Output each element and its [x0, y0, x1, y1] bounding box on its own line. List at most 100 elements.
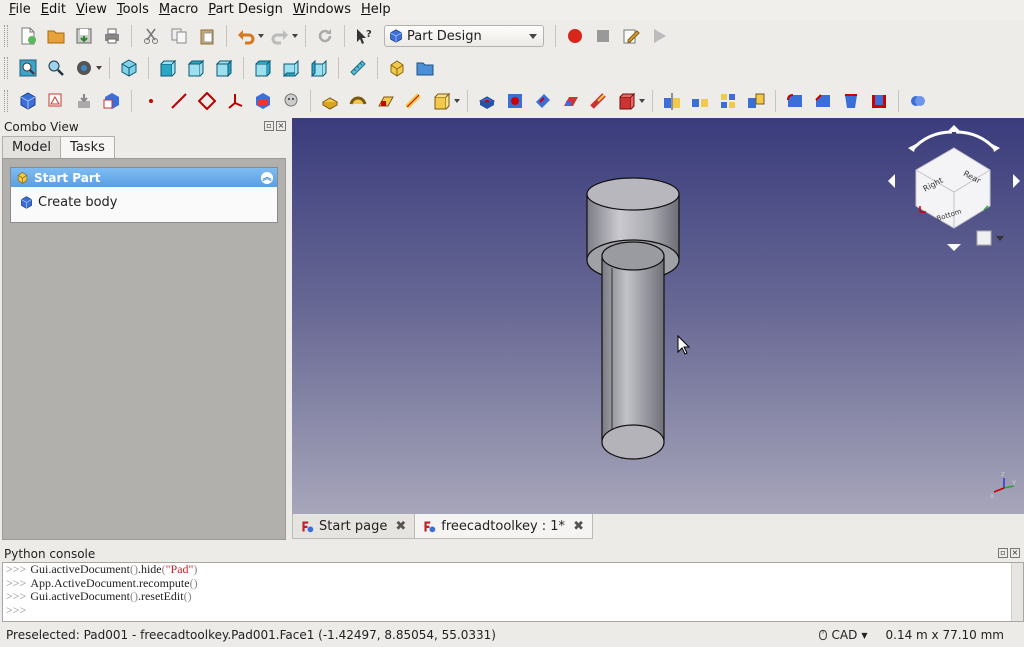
chevron-down-icon[interactable]	[292, 34, 298, 38]
fillet-button[interactable]	[783, 89, 807, 113]
menu-edit[interactable]: Edit	[36, 0, 71, 20]
view-top-button[interactable]	[184, 56, 208, 80]
view-bottom-button[interactable]	[279, 56, 303, 80]
polar-pattern-button[interactable]	[716, 89, 740, 113]
new-document-button[interactable]	[16, 24, 40, 48]
menu-windows[interactable]: Windows	[288, 0, 356, 20]
clone-button[interactable]	[279, 89, 303, 113]
float-icon[interactable]: ▫	[998, 548, 1008, 558]
open-button[interactable]	[44, 24, 68, 48]
create-part-button[interactable]	[385, 56, 409, 80]
refresh-button[interactable]	[313, 24, 337, 48]
navigation-cube[interactable]: Right Rear Bottom	[888, 125, 1020, 251]
create-body-task[interactable]: Create body	[11, 187, 277, 210]
menu-tools[interactable]: Tools	[112, 0, 154, 20]
3d-viewport[interactable]: Right Rear Bottom y x z	[292, 118, 1024, 514]
validate-sketch-button[interactable]	[72, 89, 96, 113]
subtractive-loft-button[interactable]	[559, 89, 583, 113]
arrow-left-icon[interactable]	[888, 174, 895, 188]
menu-help[interactable]: Help	[356, 0, 396, 20]
print-button[interactable]	[100, 24, 124, 48]
undo-button[interactable]	[234, 24, 258, 48]
view-rear-button[interactable]	[251, 56, 275, 80]
create-body-button[interactable]	[16, 89, 40, 113]
rotate-left-icon[interactable]	[910, 130, 953, 152]
menu-macro[interactable]: Macro	[154, 0, 203, 20]
macro-edit-button[interactable]	[619, 24, 643, 48]
additive-loft-button[interactable]	[374, 89, 398, 113]
view-left-button[interactable]	[307, 56, 331, 80]
thickness-button[interactable]	[867, 89, 891, 113]
3d-scene[interactable]: Right Rear Bottom y x z	[292, 118, 1024, 514]
redo-button[interactable]	[268, 24, 292, 48]
cut-button[interactable]	[139, 24, 163, 48]
multi-transform-button[interactable]	[744, 89, 768, 113]
pad-button[interactable]	[318, 89, 342, 113]
macro-stop-button[interactable]	[591, 24, 615, 48]
navcube-menu-icon[interactable]	[976, 230, 992, 246]
create-sketch-button[interactable]	[44, 89, 68, 113]
toolbar-grip[interactable]	[4, 57, 8, 79]
boolean-button[interactable]	[906, 89, 930, 113]
tab-model[interactable]: Model	[2, 136, 62, 158]
menu-view[interactable]: View	[71, 0, 112, 20]
create-group-button[interactable]	[413, 56, 437, 80]
close-icon[interactable]: ✖	[395, 519, 406, 534]
revolution-button[interactable]	[346, 89, 370, 113]
fit-selection-button[interactable]	[44, 56, 68, 80]
arrow-down-icon[interactable]	[947, 244, 961, 251]
menu-part-design[interactable]: Part Design	[203, 0, 288, 20]
chevron-down-icon[interactable]	[96, 66, 102, 70]
shape-binder-button[interactable]	[251, 89, 275, 113]
macro-run-button[interactable]	[647, 24, 671, 48]
cylinder-model[interactable]	[586, 177, 680, 460]
linear-pattern-button[interactable]	[688, 89, 712, 113]
navigation-style-selector[interactable]: CAD ▼	[817, 628, 868, 642]
chamfer-button[interactable]	[811, 89, 835, 113]
view-right-button[interactable]	[212, 56, 236, 80]
datum-line-button[interactable]	[167, 89, 191, 113]
toolbar-grip[interactable]	[4, 90, 8, 112]
subtractive-pipe-button[interactable]	[587, 89, 611, 113]
menu-file[interactable]: File	[4, 0, 36, 20]
view-front-button[interactable]	[156, 56, 180, 80]
draft-button[interactable]	[839, 89, 863, 113]
arrow-up-icon[interactable]	[947, 125, 961, 132]
draw-style-button[interactable]	[72, 56, 96, 80]
datum-point-button[interactable]	[139, 89, 163, 113]
map-sketch-button[interactable]	[100, 89, 124, 113]
close-icon[interactable]: ✖	[573, 519, 584, 534]
additive-pipe-button[interactable]	[402, 89, 426, 113]
python-console[interactable]: >>> Gui.activeDocument() .hide("Pad") >>> A…	[2, 562, 1024, 622]
arrow-right-icon[interactable]	[1013, 174, 1020, 188]
macro-record-button[interactable]	[563, 24, 587, 48]
chevron-down-icon[interactable]	[258, 34, 264, 38]
chevron-down-icon[interactable]	[639, 99, 645, 103]
tab-tasks[interactable]: Tasks	[60, 136, 115, 159]
chevron-down-icon[interactable]	[454, 99, 460, 103]
console-scrollbar[interactable]	[1011, 563, 1023, 621]
subtractive-primitive-button[interactable]	[615, 89, 639, 113]
tab-start-page[interactable]: Start page ✖	[292, 514, 416, 539]
pocket-button[interactable]	[475, 89, 499, 113]
groove-button[interactable]	[531, 89, 555, 113]
close-icon[interactable]: ×	[276, 121, 286, 131]
measure-distance-button[interactable]	[346, 56, 370, 80]
tab-freecadtoolkey[interactable]: freecadtoolkey : 1* ✖	[414, 514, 593, 539]
additive-primitive-button[interactable]	[430, 89, 454, 113]
workbench-selector[interactable]: Part Design	[384, 25, 544, 47]
save-button[interactable]	[72, 24, 96, 48]
rotate-right-icon[interactable]	[955, 130, 998, 152]
close-icon[interactable]: ×	[1010, 548, 1020, 558]
view-isometric-button[interactable]	[117, 56, 141, 80]
hole-button[interactable]	[503, 89, 527, 113]
paste-button[interactable]	[195, 24, 219, 48]
mirrored-button[interactable]	[660, 89, 684, 113]
whats-this-button[interactable]: ?	[352, 24, 376, 48]
local-cs-button[interactable]	[223, 89, 247, 113]
toolbar-grip[interactable]	[4, 25, 8, 47]
copy-button[interactable]	[167, 24, 191, 48]
float-icon[interactable]: ▫	[264, 121, 274, 131]
collapse-icon[interactable]: ︽	[261, 171, 273, 184]
datum-plane-button[interactable]	[195, 89, 219, 113]
